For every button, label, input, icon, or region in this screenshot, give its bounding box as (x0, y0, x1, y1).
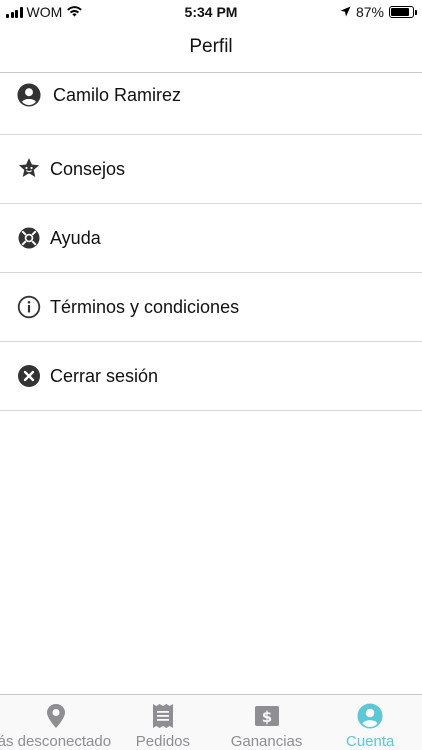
battery-percent: 87% (355, 4, 384, 20)
menu-item-terms[interactable]: Términos y condiciones (0, 273, 422, 342)
lifebuoy-icon (17, 226, 41, 250)
menu-item-label: Ayuda (50, 227, 101, 248)
info-icon (17, 295, 41, 319)
page-title: Perfil (189, 36, 233, 57)
nav-header: Perfil (0, 24, 422, 73)
location-arrow-icon (340, 4, 351, 20)
tab-connection[interactable]: stás desconectado (0, 695, 111, 750)
menu-item-logout[interactable]: Cerrar sesión (0, 342, 422, 411)
close-circle-icon (17, 364, 41, 388)
menu-item-label: Cerrar sesión (50, 365, 159, 386)
battery-icon (389, 6, 417, 18)
tab-account[interactable]: Cuenta (318, 695, 422, 750)
tab-orders[interactable]: Pedidos (111, 695, 215, 750)
tab-label: Ganancias (230, 733, 303, 750)
tab-earnings[interactable]: $ Ganancias (215, 695, 319, 750)
menu-item-profile[interactable]: Camilo Ramirez (0, 73, 422, 135)
user-circle-icon (357, 703, 383, 729)
tab-label: Cuenta (346, 733, 395, 750)
svg-text:$: $ (261, 708, 271, 726)
menu-item-label: Consejos (50, 158, 126, 179)
location-pin-icon (43, 703, 69, 729)
menu-item-label: Camilo Ramirez (53, 85, 182, 105)
menu-item-label: Términos y condiciones (50, 296, 240, 317)
tab-label: stás desconectado (0, 733, 112, 750)
tab-bar: stás desconectado Pedidos $ Ganancias (0, 694, 422, 750)
menu-item-help[interactable]: Ayuda (0, 204, 422, 273)
dollar-icon: $ (254, 703, 280, 729)
app-screen: WOM 5:34 PM 87% Perfil Camilo Ramirez Co… (0, 0, 422, 750)
status-bar: WOM 5:34 PM 87% (0, 0, 422, 24)
menu-item-tips[interactable]: Consejos (0, 135, 422, 204)
profile-menu: Camilo Ramirez Consejos Ayuda Términos y… (0, 73, 422, 411)
tab-label: Pedidos (135, 733, 191, 750)
star-badge-icon (17, 157, 41, 181)
receipt-icon (150, 703, 176, 729)
user-circle-icon (17, 83, 41, 107)
status-right: 87% (340, 4, 417, 20)
